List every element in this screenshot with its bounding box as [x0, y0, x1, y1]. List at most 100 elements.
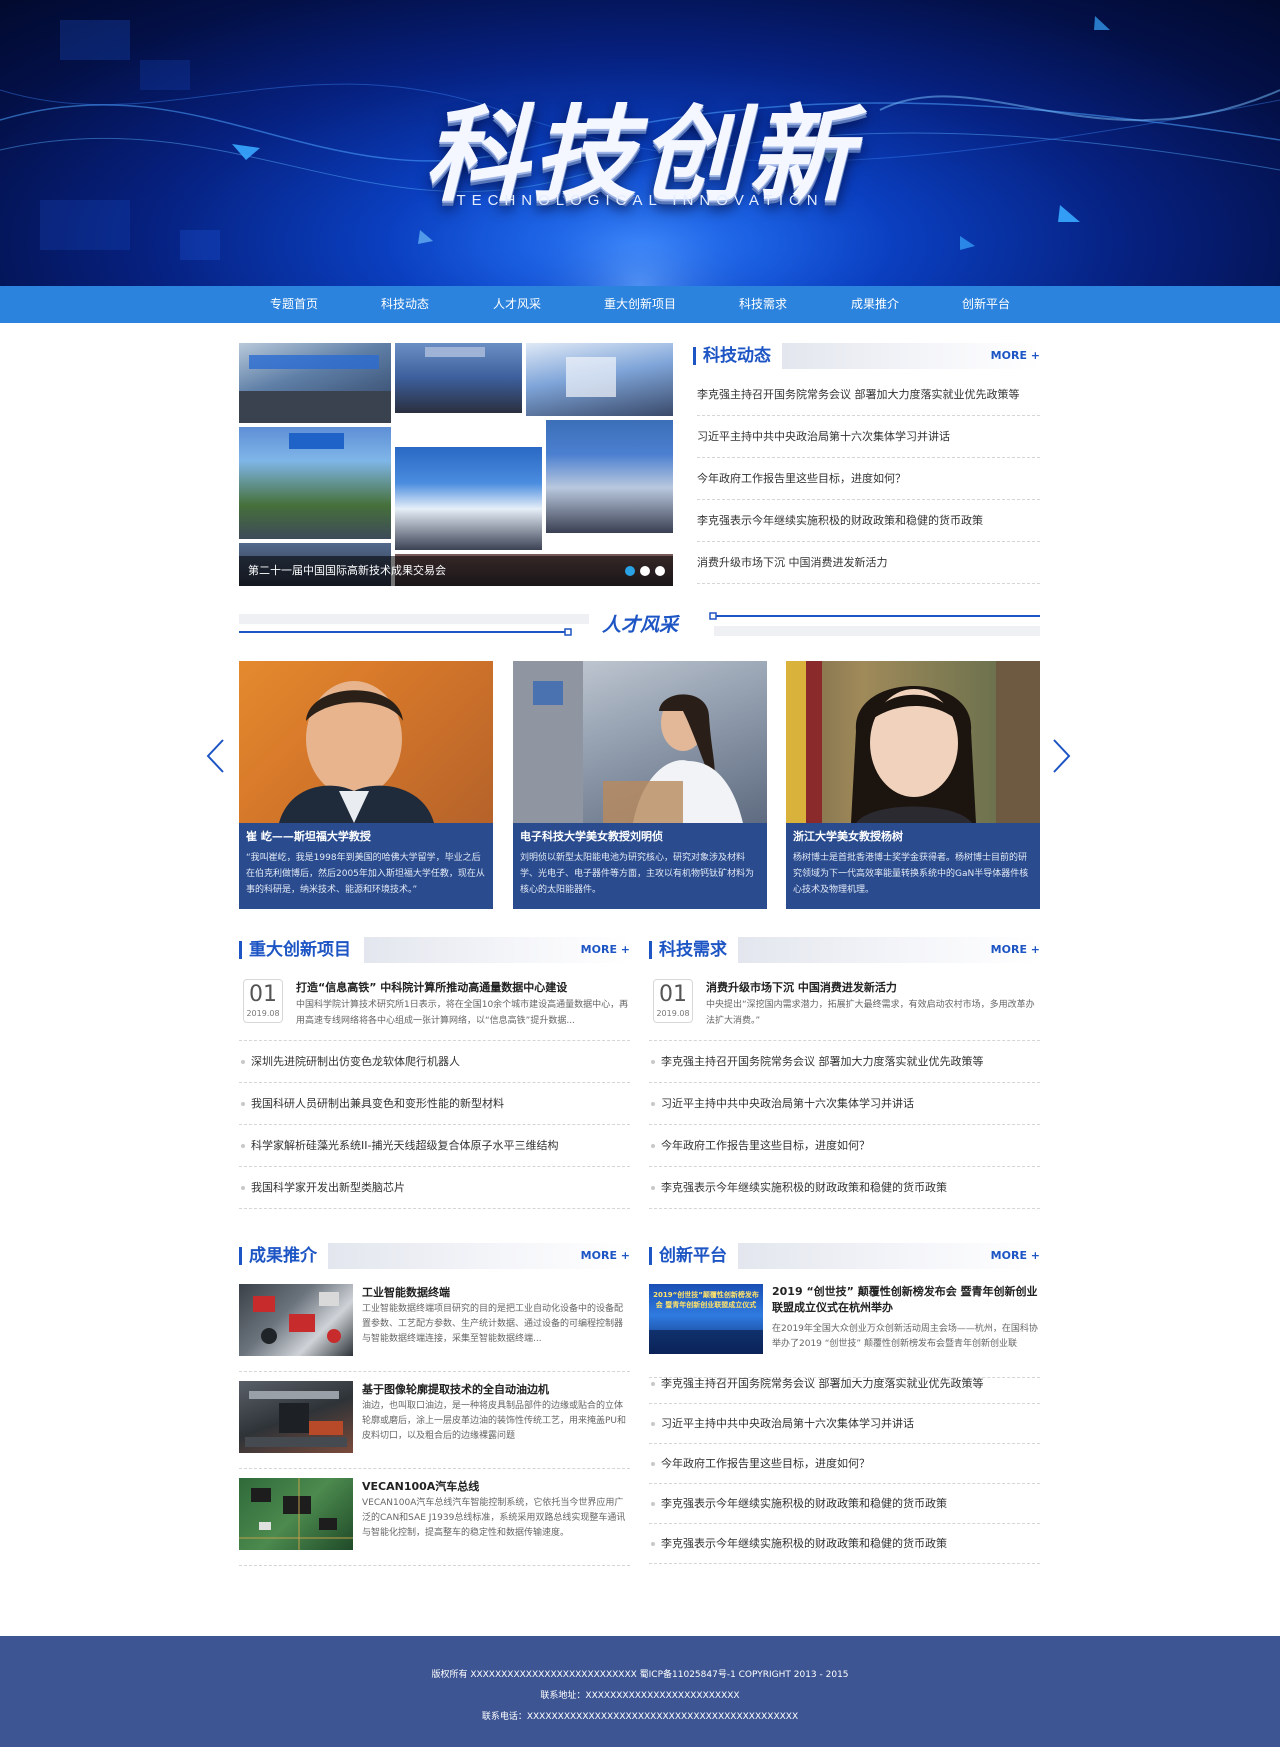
talent-name: 崔 屹——斯坦福大学教授	[246, 830, 371, 843]
audience-silhouette	[649, 1330, 763, 1354]
section-marker	[239, 1247, 242, 1265]
carousel-next-arrow[interactable]	[1050, 738, 1072, 774]
slide-photo-tile	[395, 447, 542, 550]
result-title: 基于图像轮廓提取技术的全自动油边机	[362, 1383, 549, 1396]
talent-name: 电子科技大学美女教授刘明侦	[520, 830, 663, 843]
nav-item-results[interactable]: 成果推介	[851, 286, 899, 323]
bullet-dot	[241, 1144, 245, 1148]
bullet-dot	[651, 1102, 655, 1106]
slide-photo-tile	[239, 343, 391, 423]
projects-featured-item[interactable]: 01 2019.08 打造“信息高铁” 中科院计算所推动高通量数据中心建设 中国…	[243, 979, 630, 1034]
slideshow-dot-2[interactable]	[640, 566, 650, 576]
talent-card[interactable]: 浙江大学美女教授杨树 杨树博士是首批香港博士奖学金获得者。杨树博士目前的研究领域…	[786, 661, 1040, 909]
bullet-dot	[651, 1542, 655, 1546]
tech-news-header: 科技动态 MORE +	[693, 343, 1040, 369]
slide-photo-tile	[546, 420, 673, 533]
platform-more-link[interactable]: MORE +	[991, 1243, 1040, 1269]
news-item[interactable]: 消费升级市场下沉 中国消费进发新活力	[697, 542, 1040, 584]
platform-item-label: 李克强主持召开国务院常务会议 部署加大力度落实就业优先政策等	[661, 1377, 984, 1390]
talent-description: 杨树博士是首批香港博士奖学金获得者。杨树博士目前的研究领域为下一代高效率能量转换…	[793, 853, 1029, 895]
platform-item-label: 今年政府工作报告里这些目标，进度如何？	[661, 1457, 870, 1470]
bullet-dot	[651, 1422, 655, 1426]
featured-description: 中国科学院计算技术研究所1日表示，将在全国10余个城市建设高通量数据中心，再用高…	[296, 1000, 629, 1026]
project-item-label: 科学家解析硅藻光系统II-捕光天线超级复合体原子水平三维结构	[251, 1139, 559, 1152]
section-marker	[649, 941, 652, 959]
result-thumbnail	[239, 1284, 353, 1356]
bullet-dot	[651, 1060, 655, 1064]
machine-illustration	[245, 1391, 347, 1447]
bullet-dot	[241, 1186, 245, 1190]
talent-photo	[786, 661, 1040, 823]
nav-item-tech-demand[interactable]: 科技需求	[739, 286, 787, 323]
nav-item-talent[interactable]: 人才风采	[493, 286, 541, 323]
footer-address: 联系地址：XXXXXXXXXXXXXXXXXXXXXXXXX	[540, 1691, 740, 1701]
platform-item[interactable]: 习近平主持中共中央政治局第十六次集体学习并讲话	[649, 1404, 1040, 1444]
platform-thumbnail-caption: 2019“创世技”颠覆性创新榜发布会 暨青年创新创业联盟成立仪式	[653, 1291, 759, 1309]
projects-header: 重大创新项目 MORE +	[239, 937, 630, 963]
talent-card-body: 浙江大学美女教授杨树 杨树博士是首批香港博士奖学金获得者。杨树博士目前的研究领域…	[786, 823, 1040, 909]
banner-subtitle: TECHNOLOGICAL INNOVATION	[456, 192, 824, 209]
slideshow-dot-3[interactable]	[655, 566, 665, 576]
carousel-prev-arrow[interactable]	[205, 738, 227, 774]
news-item[interactable]: 李克强主持召开国务院常务会议 部署加大力度落实就业优先政策等	[697, 374, 1040, 416]
project-item[interactable]: 我国科研人员研制出兼具变色和变形性能的新型材料	[239, 1083, 630, 1125]
date-badge-number: 01	[249, 982, 277, 1007]
demand-more-link[interactable]: MORE +	[991, 937, 1040, 963]
talent-card[interactable]: 崔 屹——斯坦福大学教授 “我叫崔屹，我是1998年到美国的哈佛大学留学，毕业之…	[239, 661, 493, 909]
platform-item[interactable]: 李克强主持召开国务院常务会议 部署加大力度落实就业优先政策等	[649, 1364, 1040, 1404]
date-badge-date: 2019.08	[246, 1009, 280, 1018]
demand-item[interactable]: 李克强主持召开国务院常务会议 部署加大力度落实就业优先政策等	[649, 1041, 1040, 1083]
demand-item-label: 李克强主持召开国务院常务会议 部署加大力度落实就业优先政策等	[661, 1055, 984, 1068]
talent-card[interactable]: 电子科技大学美女教授刘明侦 刘明侦以新型太阳能电池为研究核心，研究对象涉及材料学…	[513, 661, 767, 909]
section-marker	[693, 347, 696, 365]
demand-item[interactable]: 今年政府工作报告里这些目标，进度如何？	[649, 1125, 1040, 1167]
slide-photo-tile	[526, 343, 673, 416]
demand-item[interactable]: 习近平主持中共中央政治局第十六次集体学习并讲话	[649, 1083, 1040, 1125]
platform-item[interactable]: 李克强表示今年继续实施积极的财政政策和稳健的货币政策	[649, 1484, 1040, 1524]
talent-photo	[513, 661, 767, 823]
platform-featured-title: 2019 “创世技” 颠覆性创新榜发布会 暨青年创新创业联盟成立仪式在杭州举办	[772, 1285, 1038, 1314]
projects-more-link[interactable]: MORE +	[581, 937, 630, 963]
bullet-dot	[241, 1102, 245, 1106]
device-illustration	[253, 1292, 341, 1344]
platform-item[interactable]: 今年政府工作报告里这些目标，进度如何？	[649, 1444, 1040, 1484]
section-marker	[649, 1247, 652, 1265]
project-item[interactable]: 科学家解析硅藻光系统II-捕光天线超级复合体原子水平三维结构	[239, 1125, 630, 1167]
result-description: VECAN100A汽车总线汽车智能控制系统，它依托当今世界应用广泛的CAN和SA…	[362, 1498, 626, 1538]
result-item[interactable]: 基于图像轮廓提取技术的全自动油边机 油边，也叫取口油边，是一种将皮具制品部件的边…	[239, 1381, 630, 1469]
result-title: VECAN100A汽车总线	[362, 1480, 480, 1493]
news-item[interactable]: 习近平主持中共中央政治局第十六次集体学习并讲话	[697, 416, 1040, 458]
date-badge: 01 2019.08	[653, 979, 693, 1023]
project-item[interactable]: 我国科学家开发出新型类脑芯片	[239, 1167, 630, 1209]
bullet-dot	[651, 1144, 655, 1148]
slideshow-caption: 第二十一届中国国际高新技术成果交易会	[248, 564, 446, 577]
result-item[interactable]: VECAN100A汽车总线 VECAN100A汽车总线汽车智能控制系统，它依托当…	[239, 1478, 630, 1566]
platform-featured-description: 在2019年全国大众创业万众创新活动周主会场——杭州，在国科协举办了2019 “…	[772, 1324, 1038, 1349]
news-item[interactable]: 李克强表示今年继续实施积极的财政政策和稳健的货币政策	[697, 500, 1040, 542]
portrait-illustration	[279, 681, 434, 823]
photo-slideshow[interactable]: 第二十一届中国国际高新技术成果交易会	[239, 343, 673, 586]
nav-item-major-projects[interactable]: 重大创新项目	[604, 286, 676, 323]
hero-banner: 科技创新 TECHNOLOGICAL INNOVATION	[0, 0, 1280, 286]
tech-news-more-link[interactable]: MORE +	[991, 343, 1040, 369]
platform-item[interactable]: 李克强表示今年继续实施积极的财政政策和稳健的货币政策	[649, 1524, 1040, 1564]
project-item[interactable]: 深圳先进院研制出仿变色龙软体爬行机器人	[239, 1041, 630, 1083]
nav-item-tech-news[interactable]: 科技动态	[381, 286, 429, 323]
results-more-link[interactable]: MORE +	[581, 1243, 630, 1269]
talent-card-body: 崔 屹——斯坦福大学教授 “我叫崔屹，我是1998年到美国的哈佛大学留学，毕业之…	[239, 823, 493, 909]
bullet-dot	[651, 1462, 655, 1466]
demand-item[interactable]: 李克强表示今年继续实施积极的财政政策和稳健的货币政策	[649, 1167, 1040, 1209]
demand-featured-item[interactable]: 01 2019.08 消费升级市场下沉 中国消费进发新活力 中央提出“深挖国内需…	[653, 979, 1040, 1034]
date-badge-number: 01	[659, 982, 687, 1007]
circuit-board-illustration	[239, 1478, 353, 1550]
bullet-dot	[651, 1382, 655, 1386]
result-thumbnail	[239, 1381, 353, 1453]
result-thumbnail	[239, 1478, 353, 1550]
slideshow-caption-bar: 第二十一届中国国际高新技术成果交易会	[239, 556, 673, 586]
portrait-illustration	[786, 661, 1040, 823]
nav-item-platform[interactable]: 创新平台	[962, 286, 1010, 323]
news-item[interactable]: 今年政府工作报告里这些目标，进度如何？	[697, 458, 1040, 500]
nav-item-home[interactable]: 专题首页	[270, 286, 318, 323]
slideshow-dot-1[interactable]	[625, 566, 635, 576]
result-item[interactable]: 工业智能数据终端 工业智能数据终端项目研究的目的是把工业自动化设备中的设备配置参…	[239, 1284, 630, 1372]
